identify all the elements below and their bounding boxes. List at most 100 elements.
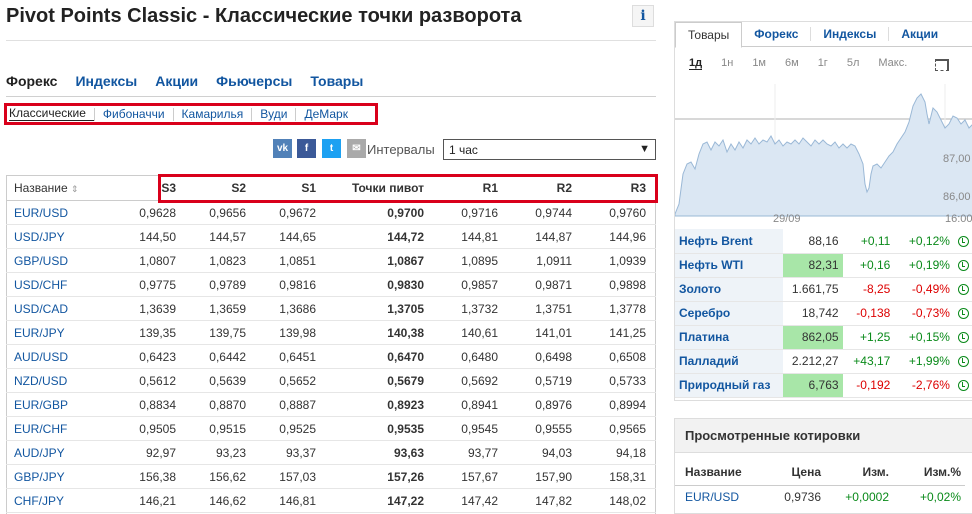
vk-icon[interactable]: vk [273, 139, 292, 158]
pivot-cell: 147,42 [434, 488, 508, 513]
subtab-demark[interactable]: ДеМарк [295, 107, 356, 121]
period-6m[interactable]: 6м [785, 57, 799, 70]
info-icon[interactable]: i [632, 5, 654, 27]
quote-row: Палладий 2.212,27 +43,17 +1,99% [675, 349, 972, 374]
tab-futures[interactable]: Фьючерсы [216, 73, 292, 89]
instrument-link[interactable]: USD/CAD [6, 296, 116, 321]
page-title: Pivot Points Classic - Классические точк… [6, 5, 522, 27]
pivot-cell: 0,9628 [116, 200, 186, 225]
instrument-link[interactable]: USD/JPY [6, 224, 116, 249]
quote-name-link[interactable]: Золото [675, 277, 783, 302]
highlight-box [158, 174, 658, 203]
quote-name-link[interactable]: Платина [675, 325, 783, 350]
instrument-link[interactable]: GBP/USD [6, 248, 116, 273]
instrument-link[interactable]: AUD/USD [6, 344, 116, 369]
quote-price: 6,763 [782, 373, 843, 398]
quote-price: 88,16 [782, 229, 843, 254]
pivot-cell: 0,9760 [582, 200, 656, 225]
tab-indices[interactable]: Индексы [75, 73, 137, 89]
pivot-cell: 0,9871 [508, 272, 582, 297]
pivot-cell: 0,9525 [256, 416, 326, 441]
instrument-link[interactable]: USD/CHF [6, 272, 116, 297]
subtab-camarilla[interactable]: Камарилья [172, 107, 252, 121]
twitter-icon[interactable]: t [322, 139, 341, 158]
tab-stocks[interactable]: Акции [155, 73, 198, 89]
clock-icon-cell [953, 277, 972, 302]
table-row: AUD/USD 0,6423 0,6442 0,6451 0,6470 0,6480 0,6… [6, 344, 656, 369]
table-row: USD/CHF 0,9775 0,9789 0,9816 0,9830 0,9857 0,9… [6, 272, 656, 297]
period-1w[interactable]: 1н [721, 57, 733, 70]
instrument-link[interactable]: AUD/JPY [6, 440, 116, 465]
quote-row: Нефть WTI 82,31 +0,16 +0,19% [675, 253, 972, 278]
pivot-cell: 157,26 [326, 464, 434, 489]
quote-name-link[interactable]: Нефть Brent [675, 229, 783, 254]
chevron-down-icon: ▼ [639, 143, 650, 155]
instrument-link[interactable]: GBP/JPY [6, 464, 116, 489]
widget-tab-commodities[interactable]: Товары [675, 21, 743, 48]
period-1y[interactable]: 1г [818, 57, 828, 70]
subtab-woodie[interactable]: Вуди [251, 107, 295, 121]
period-1m[interactable]: 1м [752, 57, 766, 70]
quote-change: -8,25 [842, 277, 895, 302]
pivot-cell: 144,50 [116, 224, 186, 249]
interval-select[interactable]: 1 час ▼ [443, 139, 656, 160]
subtab-classic[interactable]: Классические [9, 107, 94, 121]
quote-price: 82,31 [782, 253, 843, 278]
chart-y-label-2: 86,00 [943, 191, 971, 203]
pivot-cell: 1,3686 [256, 296, 326, 321]
email-icon[interactable]: ✉ [347, 139, 366, 158]
pivot-cell: 1,3659 [186, 296, 256, 321]
sort-icon[interactable]: ⇕ [71, 184, 79, 194]
period-selector: 1д 1н 1м 6м 1г 5л Макс. [675, 47, 972, 70]
period-max[interactable]: Макс. [878, 57, 907, 70]
clock-icon-cell [953, 373, 972, 398]
pivot-cell: 0,9898 [582, 272, 656, 297]
widget-tab-indices[interactable]: Индексы [811, 27, 890, 41]
quote-name-link[interactable]: Нефть WTI [675, 253, 783, 278]
quote-name-link[interactable]: EUR/USD [675, 485, 765, 509]
pivot-cell: 1,3639 [116, 296, 186, 321]
pivot-cell: 0,6498 [508, 344, 582, 369]
quote-price: 1.661,75 [782, 277, 843, 302]
facebook-icon[interactable]: f [297, 139, 316, 158]
pivot-cell: 0,9555 [508, 416, 582, 441]
quote-name-link[interactable]: Палладий [675, 349, 783, 374]
period-5y[interactable]: 5л [847, 57, 860, 70]
clock-icon [958, 332, 969, 344]
quote-name-link[interactable]: Серебро [675, 301, 783, 326]
instrument-link[interactable]: NZD/USD [6, 368, 116, 393]
pivot-cell: 93,77 [434, 440, 508, 465]
pivot-cell: 146,21 [116, 488, 186, 513]
instrument-link[interactable]: CHF/JPY [6, 488, 116, 513]
instrument-link[interactable]: EUR/GBP [6, 392, 116, 417]
divider [6, 40, 656, 41]
pivot-cell: 156,38 [116, 464, 186, 489]
pivot-cell: 141,01 [508, 320, 582, 345]
tab-commodities[interactable]: Товары [310, 73, 363, 89]
pivot-cell: 0,9816 [256, 272, 326, 297]
pivot-cell: 1,0911 [508, 248, 582, 273]
column-header-name[interactable]: Название ⇕ [6, 175, 116, 201]
widget-tab-forex[interactable]: Форекс [742, 27, 812, 41]
pivot-cell: 0,8834 [116, 392, 186, 417]
quote-change-pct: +1,99% [894, 349, 954, 374]
pivot-cell: 94,03 [508, 440, 582, 465]
instrument-link[interactable]: EUR/CHF [6, 416, 116, 441]
table-row: AUD/JPY 92,97 93,23 93,37 93,63 93,77 94,03 94,… [6, 440, 656, 465]
expand-icon[interactable] [935, 59, 949, 71]
pivot-cell: 0,8923 [326, 392, 434, 417]
pivot-cell: 141,25 [582, 320, 656, 345]
subtab-fibonacci[interactable]: Фибоначчи [93, 107, 173, 121]
period-1d[interactable]: 1д [689, 57, 703, 70]
instrument-link[interactable]: EUR/USD [6, 200, 116, 225]
quote-change-pct: +0,19% [894, 253, 954, 278]
tab-forex[interactable]: Форекс [6, 73, 57, 89]
quote-row: Природный газ 6,763 -0,192 -2,76% [675, 373, 972, 398]
quote-name-link[interactable]: Природный газ [675, 373, 783, 398]
table-row: USD/JPY 144,50 144,57 144,65 144,72 144,81 144… [6, 224, 656, 249]
widget-tab-stocks[interactable]: Акции [889, 27, 950, 41]
quote-change-pct: -2,76% [894, 373, 954, 398]
instrument-link[interactable]: EUR/JPY [6, 320, 116, 345]
pivot-cell: 0,9545 [434, 416, 508, 441]
quote-change: +43,17 [842, 349, 895, 374]
